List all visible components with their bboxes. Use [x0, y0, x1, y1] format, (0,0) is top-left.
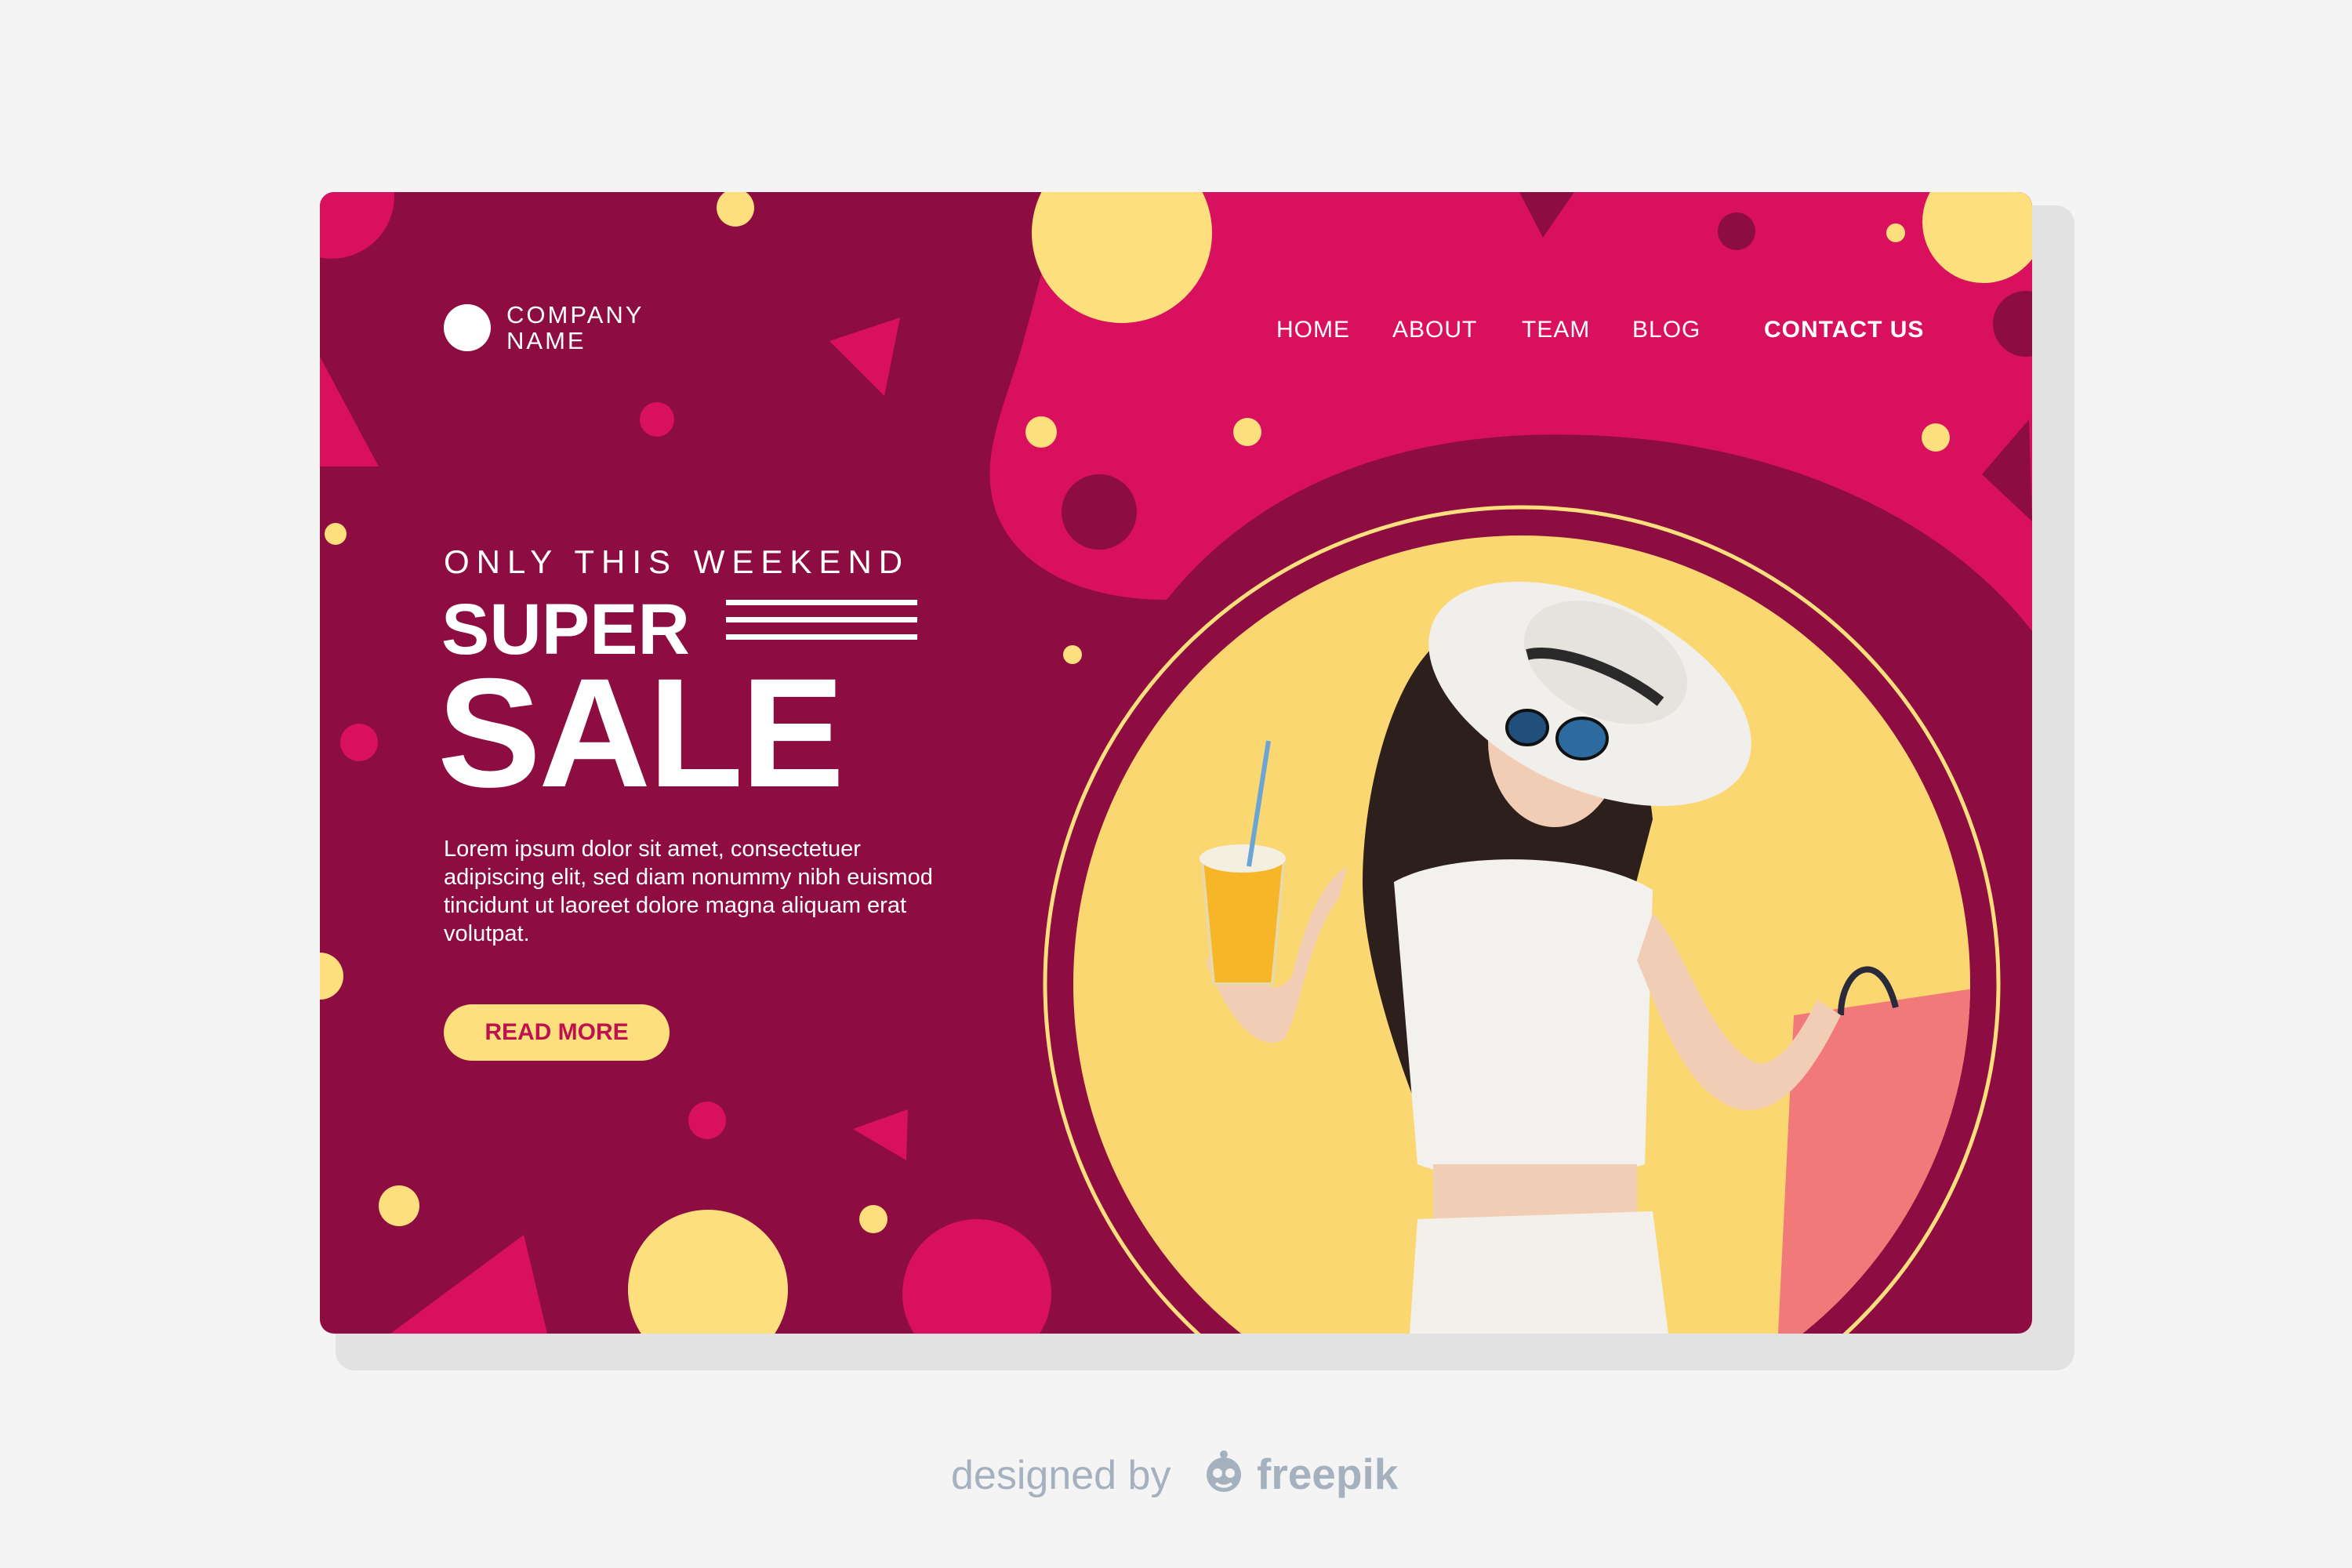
nav-team[interactable]: TEAM: [1522, 316, 1590, 344]
attribution-text: designed by: [951, 1453, 1171, 1498]
hero-body-text: Lorem ipsum dolor sit amet, consectetuer…: [444, 837, 933, 946]
accent-line: [726, 600, 917, 605]
logo-mark[interactable]: [444, 304, 491, 351]
title-accent-lines: [726, 600, 917, 652]
accent-line: [726, 634, 917, 640]
read-more-button[interactable]: READ MORE: [444, 1004, 670, 1061]
white-skirt: [1410, 1211, 1668, 1334]
accent-line: [726, 617, 917, 622]
attribution-brand: freepik: [1257, 1450, 1399, 1498]
hero-eyebrow: ONLY THIS WEEKEND: [444, 543, 910, 580]
juice-cup: [1200, 857, 1287, 985]
logo-line-1: COMPANY: [506, 301, 644, 328]
nav-blog[interactable]: BLOG: [1632, 316, 1700, 344]
nav-about[interactable]: ABOUT: [1392, 316, 1477, 344]
landing-page: COMPANY NAME HOME ABOUT TEAM BLOG CONTAC…: [320, 192, 2032, 1334]
freepik-mascot-icon: [1207, 1450, 1241, 1492]
logo-line-2: NAME: [506, 327, 586, 354]
nav-contact-us[interactable]: CONTACT US: [1764, 316, 1924, 344]
hero-title-line-2: SALE: [437, 646, 844, 819]
white-top: [1394, 859, 1653, 1182]
nav-home[interactable]: HOME: [1276, 316, 1350, 344]
logo-text[interactable]: COMPANY NAME: [506, 302, 644, 354]
sunglasses: [1505, 709, 1549, 746]
